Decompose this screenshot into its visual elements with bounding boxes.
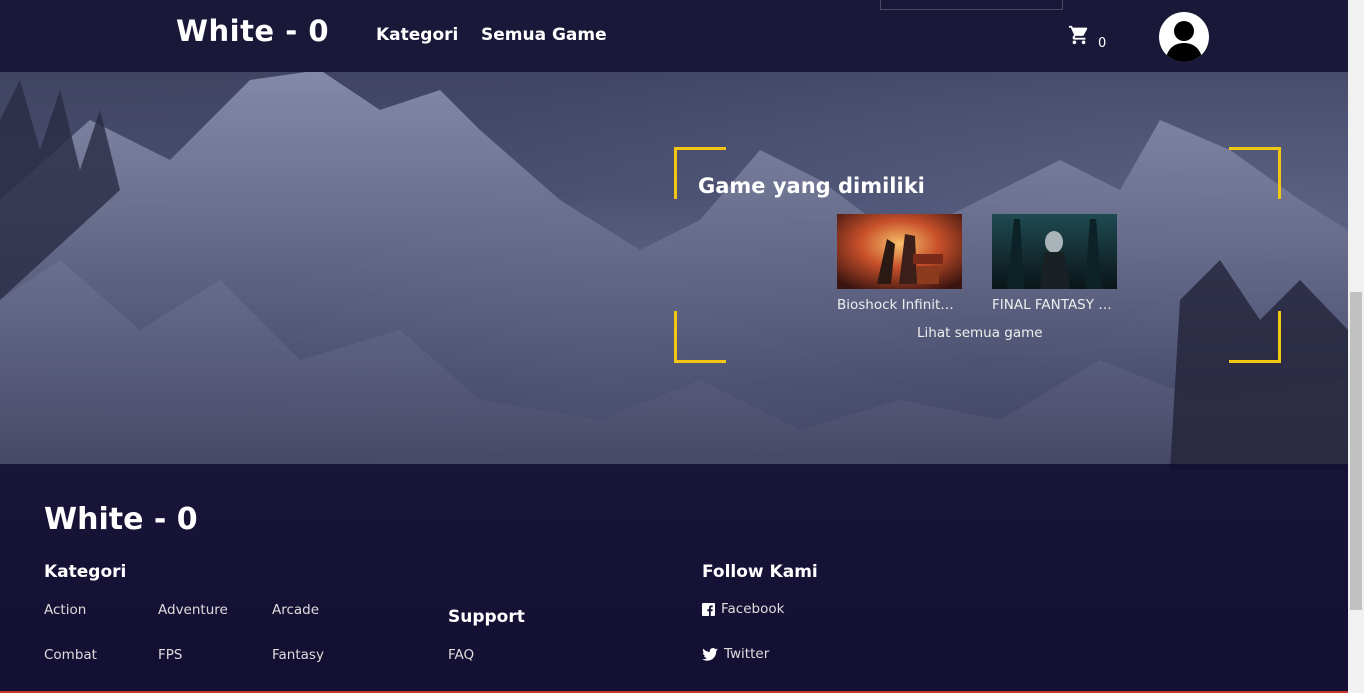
footer-follow-heading: Follow Kami xyxy=(702,562,818,582)
cart-button[interactable]: 0 xyxy=(1068,24,1106,51)
game-card[interactable]: FINAL FANTASY X... xyxy=(992,214,1117,313)
game-thumbnail[interactable] xyxy=(837,214,962,289)
user-icon xyxy=(1165,21,1203,62)
game-title[interactable]: Bioshock Infinite ... xyxy=(837,297,962,313)
footer-category-adventure[interactable]: Adventure xyxy=(158,602,228,618)
scrollbar-thumb[interactable] xyxy=(1350,292,1362,610)
owned-games-title: Game yang dimiliki xyxy=(698,174,925,198)
cart-icon xyxy=(1068,24,1090,51)
nav-semua-game[interactable]: Semua Game xyxy=(481,25,607,45)
game-thumbnail[interactable] xyxy=(992,214,1117,289)
facebook-label[interactable]: Facebook xyxy=(721,601,784,617)
user-avatar[interactable] xyxy=(1159,12,1209,62)
bracket-corner xyxy=(1229,311,1281,363)
footer-faq-link[interactable]: FAQ xyxy=(448,647,474,663)
footer-category-fps[interactable]: FPS xyxy=(158,647,182,663)
facebook-icon xyxy=(702,602,715,616)
site-logo[interactable]: White - 0 xyxy=(176,14,329,48)
nav-kategori[interactable]: Kategori xyxy=(376,25,458,45)
footer-kategori-heading: Kategori xyxy=(44,562,127,582)
cart-count: 0 xyxy=(1098,36,1107,51)
footer-logo[interactable]: White - 0 xyxy=(44,502,198,537)
footer: White - 0 Kategori Action Adventure Arca… xyxy=(0,464,1348,693)
footer-category-arcade[interactable]: Arcade xyxy=(272,602,319,618)
footer-category-action[interactable]: Action xyxy=(44,602,86,618)
footer-support-heading: Support xyxy=(448,607,525,627)
top-navbar: White - 0 Kategori Semua Game 0 xyxy=(0,0,1348,72)
bracket-corner xyxy=(674,311,726,363)
footer-category-fantasy[interactable]: Fantasy xyxy=(272,647,324,663)
footer-category-combat[interactable]: Combat xyxy=(44,647,97,663)
game-card[interactable]: Bioshock Infinite ... xyxy=(837,214,962,313)
facebook-link[interactable]: Facebook xyxy=(702,601,784,617)
twitter-label[interactable]: Twitter xyxy=(724,646,769,662)
twitter-icon xyxy=(702,647,718,661)
twitter-link[interactable]: Twitter xyxy=(702,646,769,662)
search-box[interactable] xyxy=(880,0,1063,10)
see-all-games-link[interactable]: Lihat semua game xyxy=(917,325,1043,341)
bracket-corner xyxy=(1229,147,1281,199)
game-title[interactable]: FINAL FANTASY X... xyxy=(992,297,1117,313)
